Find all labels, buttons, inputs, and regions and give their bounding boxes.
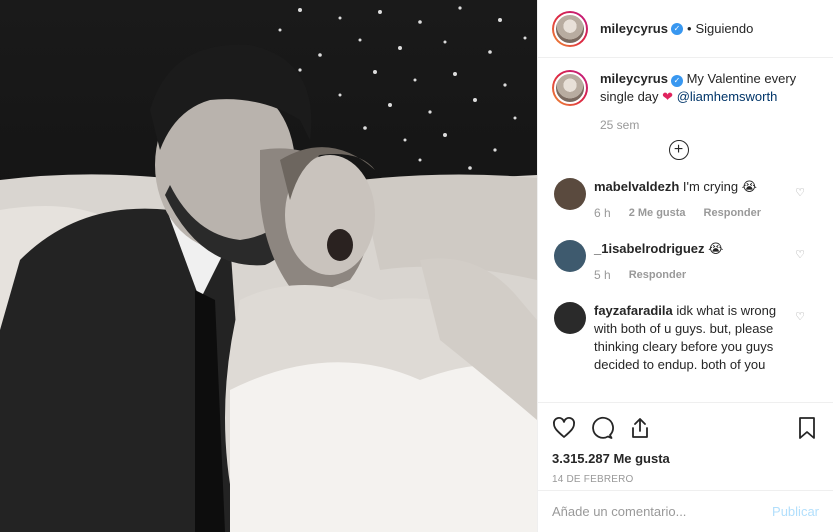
comment-likes[interactable]: 2 Me gusta — [629, 204, 686, 222]
caption-username[interactable]: mileycyrus — [600, 71, 668, 86]
post-photo[interactable] — [0, 0, 537, 532]
comment-icon[interactable] — [590, 416, 614, 440]
comment-text: I'm crying — [682, 179, 739, 194]
verified-icon: ✓ — [670, 22, 683, 35]
verified-icon: ✓ — [670, 75, 683, 87]
author-avatar[interactable] — [552, 10, 588, 47]
plus-circle-icon: + — [668, 140, 689, 160]
comment-avatar[interactable] — [554, 240, 586, 272]
comment-avatar[interactable] — [554, 302, 586, 334]
comment-item: _1isabelrodriguez 😭 5 h Responder ♡ — [552, 240, 819, 284]
comment-avatar[interactable] — [554, 178, 586, 210]
comment-item: mabelvaldezh I'm crying 😭 6 h 2 Me gusta… — [552, 178, 819, 222]
publish-button[interactable]: Publicar — [772, 504, 819, 519]
post-actions: 3.315.287 Me gusta 14 DE FEBRERO — [538, 402, 833, 485]
add-comment-bar: Publicar — [538, 490, 833, 532]
caption-time: 25 sem — [600, 118, 640, 132]
comment-item: fayzafaradila idk what is wrong with bot… — [552, 302, 819, 374]
caption: mileycyrus ✓ My Valentine every single da… — [552, 70, 819, 134]
like-count[interactable]: 3.315.287 Me gusta — [552, 451, 819, 466]
comment-username[interactable]: _1isabelrodriguez — [594, 241, 705, 256]
comment-username[interactable]: mabelvaldezh — [594, 179, 679, 194]
reply-button[interactable]: Responder — [704, 204, 761, 222]
post-photo-image — [0, 0, 537, 532]
post-date: 14 DE FEBRERO — [552, 474, 634, 485]
caption-mention[interactable]: @liamhemsworth — [677, 89, 778, 104]
post-detail-panel: mileycyrus ✓ • Siguiendo mileycyrus ✓ My … — [537, 0, 833, 532]
comments-list[interactable]: mileycyrus ✓ My Valentine every single da… — [538, 58, 833, 402]
comment-username[interactable]: fayzafaradila — [594, 303, 673, 318]
post-header: mileycyrus ✓ • Siguiendo — [538, 0, 833, 58]
separator: • — [686, 21, 692, 36]
comment-emoji: 😭 — [708, 241, 724, 256]
comment-time: 6 h — [594, 206, 611, 220]
comment-time: 5 h — [594, 268, 611, 282]
share-icon[interactable] — [628, 416, 652, 440]
heart-emoji: ❤ — [662, 89, 674, 104]
reply-button[interactable]: Responder — [629, 266, 686, 284]
bookmark-icon[interactable] — [795, 416, 819, 440]
author-username[interactable]: mileycyrus — [600, 21, 668, 36]
heart-icon[interactable] — [552, 416, 576, 440]
caption-avatar[interactable] — [552, 70, 588, 106]
comment-emoji: 😭 — [741, 179, 757, 194]
comment-input[interactable] — [552, 504, 773, 519]
heart-outline-icon[interactable]: ♡ — [795, 186, 805, 199]
heart-outline-icon[interactable]: ♡ — [795, 248, 805, 261]
heart-outline-icon[interactable]: ♡ — [795, 310, 805, 323]
follow-button[interactable]: Siguiendo — [696, 21, 754, 36]
load-more-comments-button[interactable]: + — [538, 140, 819, 160]
